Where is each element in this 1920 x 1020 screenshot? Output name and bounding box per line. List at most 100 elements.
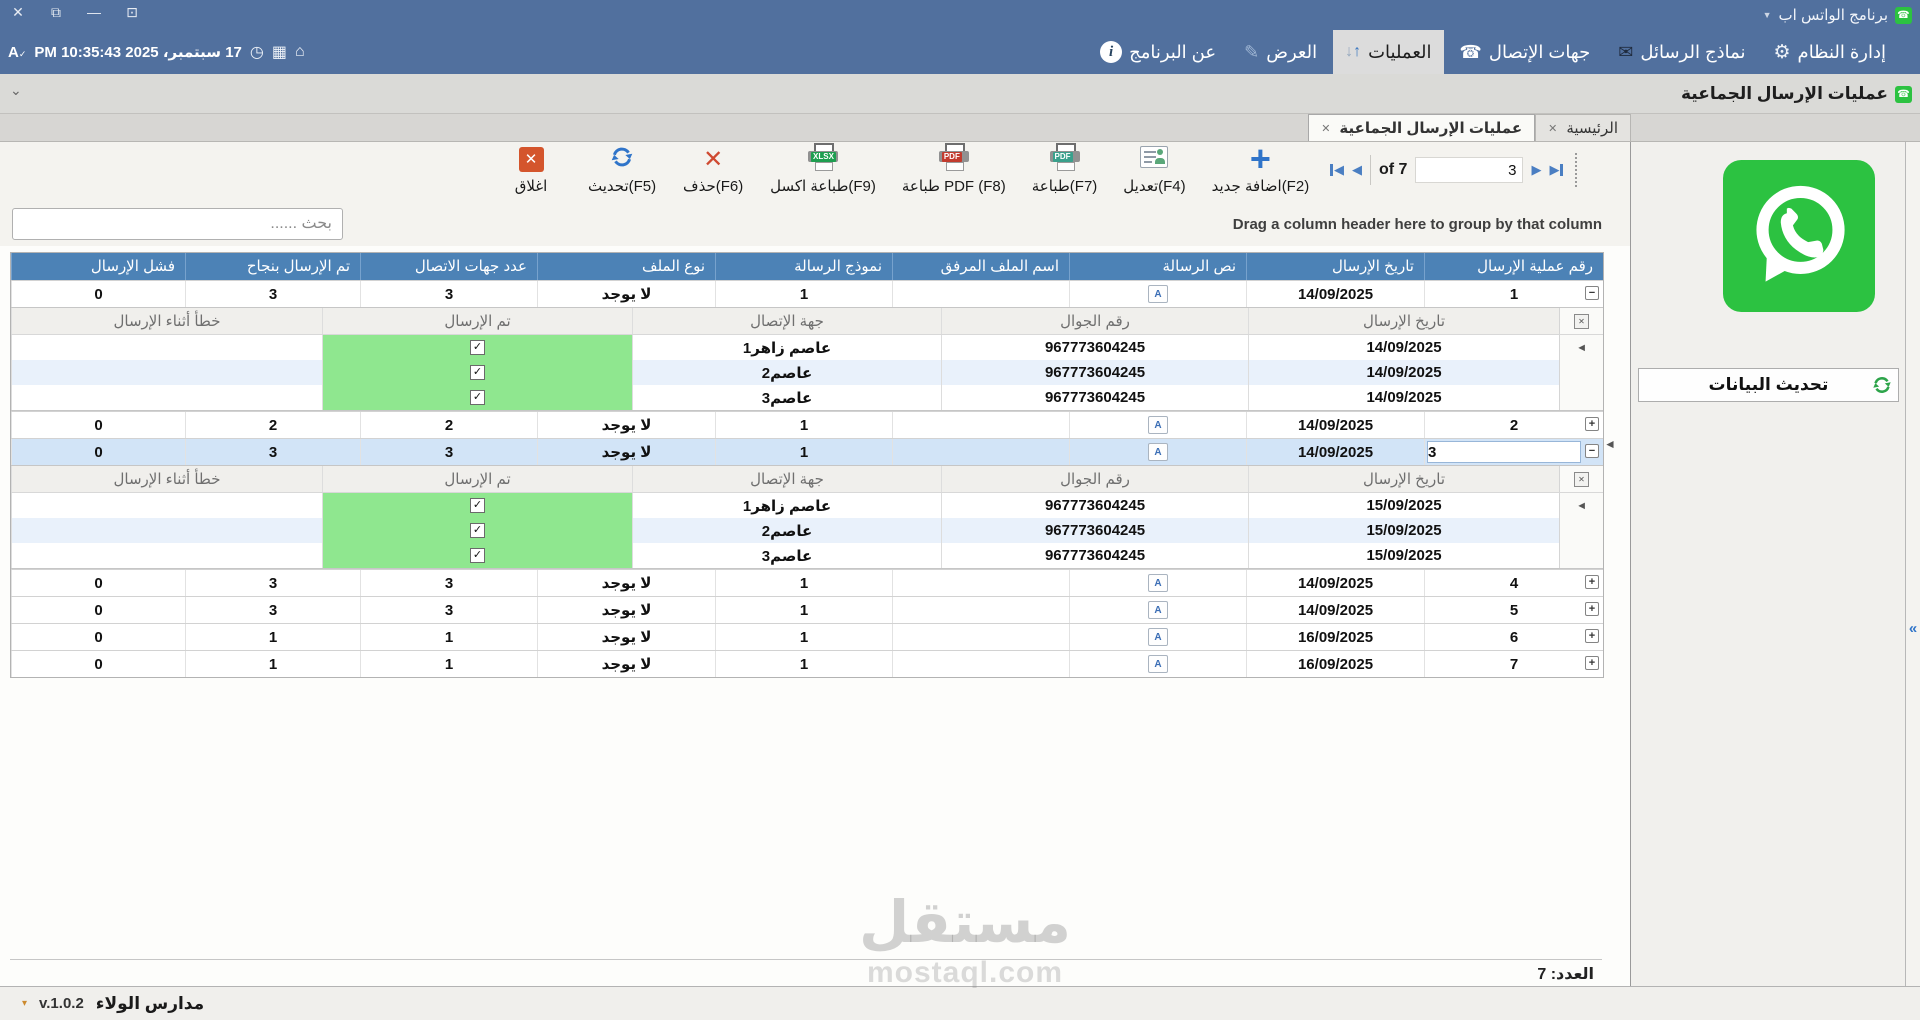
row-expand-button[interactable]: + [1585, 629, 1599, 643]
menu-item-عن البرنامج[interactable]: عن البرنامج i [1088, 30, 1228, 74]
close-icon[interactable]: ✕ [6, 4, 30, 21]
menu-item-العمليات[interactable]: العمليات ↑ ↓ [1333, 30, 1444, 74]
checkbox-checked-icon[interactable]: ✓ [470, 523, 485, 538]
message-text-cell[interactable]: A [1069, 597, 1246, 623]
detail-column-header[interactable]: تم الإرسال [322, 308, 632, 334]
send-operation-id-cell[interactable]: 2 + [1424, 412, 1603, 438]
toolbar-button-طباعة PDF (F8)[interactable]: PDF طباعة PDF (F8) [902, 142, 1006, 195]
checkbox-checked-icon[interactable]: ✓ [470, 548, 485, 563]
table-row[interactable]: 7 +16/09/2025 A 1 لا يوجد 1 1 0 [11, 650, 1603, 677]
toolbar-button-اضافة جديد(F2)[interactable]: + اضافة جديد(F2) [1212, 141, 1310, 196]
message-text-cell[interactable]: A [1069, 624, 1246, 650]
message-text-cell[interactable]: A [1069, 439, 1246, 465]
column-header[interactable]: نص الرسالة [1069, 253, 1246, 280]
send-operation-id-cell[interactable]: 3− [1424, 439, 1603, 465]
send-operation-id-cell[interactable]: 1− [1424, 281, 1603, 307]
message-text-cell[interactable]: A [1069, 412, 1246, 438]
send-operation-id-cell[interactable]: 5 + [1424, 597, 1603, 623]
column-header[interactable]: تم الإرسال بنجاح [185, 253, 360, 280]
row-expand-button[interactable]: + [1585, 575, 1599, 589]
row-expand-button[interactable]: − [1585, 286, 1599, 300]
detail-column-header[interactable]: جهة الإتصال [632, 308, 941, 334]
chevron-down-icon[interactable]: ▾ [22, 998, 27, 1009]
detail-column-header[interactable]: جهة الإتصال [632, 466, 941, 492]
menu-item-جهات الإتصال[interactable]: جهات الإتصال ☎ [1448, 30, 1603, 74]
column-header[interactable]: عدد جهات الاتصال [360, 253, 537, 280]
table-row[interactable]: 6 +16/09/2025 A 1 لا يوجد 1 1 0 [11, 623, 1603, 650]
toolbar-button-تعديل(F4)[interactable]: تعديل(F4) [1123, 144, 1186, 195]
chevron-down-icon[interactable]: ⌄ [10, 82, 22, 99]
message-text-cell[interactable]: A [1069, 570, 1246, 596]
message-text-cell[interactable]: A [1069, 651, 1246, 677]
detail-column-header[interactable]: خطأ أثناء الإرسال [11, 308, 322, 334]
checkbox-checked-icon[interactable]: ✓ [470, 390, 485, 405]
send-operation-id-cell[interactable]: 7 + [1424, 651, 1603, 677]
send-operation-id-cell[interactable]: 4 + [1424, 570, 1603, 596]
record-position-input[interactable] [1415, 157, 1524, 183]
detail-row[interactable]: 15/09/2025 967773604245 عاصم2 ✓ [11, 518, 1603, 543]
column-header[interactable]: فشل الإرسال [11, 253, 185, 280]
previous-record-button[interactable]: ◀ [1352, 162, 1362, 178]
calculator-icon[interactable]: ▦ [272, 42, 287, 62]
message-text-cell[interactable]: A [1069, 281, 1246, 307]
checkbox-checked-icon[interactable]: ✓ [470, 365, 485, 380]
detail-column-header[interactable]: تم الإرسال [322, 466, 632, 492]
detail-row[interactable]: 15/09/2025 967773604245 عاصم3 ✓ [11, 543, 1603, 568]
chevron-down-icon[interactable]: ▼ [1763, 10, 1772, 20]
language-icon[interactable]: A✓ [8, 44, 26, 61]
row-id-editor[interactable]: 3 [1427, 441, 1581, 463]
menu-item-إدارة النظام[interactable]: إدارة النظام ⚙ [1762, 30, 1899, 74]
search-input[interactable] [12, 208, 343, 240]
column-header[interactable]: رقم عملية الإرسال [1424, 253, 1603, 280]
checkbox-checked-icon[interactable]: ✓ [470, 340, 485, 355]
table-row[interactable]: 2 +14/09/2025 A 1 لا يوجد 2 2 0 [11, 411, 1603, 438]
collapsed-panel-strip[interactable] [1905, 142, 1920, 986]
detail-row[interactable]: ◄ 15/09/2025 967773604245 عاصم زاهر1 ✓ [11, 493, 1603, 518]
detail-close-icon[interactable]: ✕ [1574, 471, 1589, 487]
toolbar-button-طباعة(F7)[interactable]: PDF طباعة(F7) [1032, 142, 1097, 195]
column-header[interactable]: نوع الملف [537, 253, 715, 280]
toolbar-button-طباعة اكسل(F9)[interactable]: XLSX طباعة اكسل(F9) [770, 142, 876, 195]
detail-close-icon[interactable]: ✕ [1574, 313, 1589, 329]
toolbar-button-تحديث(F5)[interactable]: تحديث(F5) [588, 144, 656, 195]
table-row[interactable]: 3−14/09/2025 A 1 لا يوجد 3 3 0 [11, 438, 1603, 465]
tab-الرئيسية[interactable]: الرئيسية ✕ [1535, 114, 1631, 141]
detail-column-header[interactable]: رقم الجوال [941, 308, 1248, 334]
table-row[interactable]: 1−14/09/2025 A 1 لا يوجد 3 3 0 [11, 280, 1603, 307]
detail-row[interactable]: ◄ 14/09/2025 967773604245 عاصم زاهر1 ✓ [11, 335, 1603, 360]
send-operation-id-cell[interactable]: 6 + [1424, 624, 1603, 650]
restore-icon[interactable]: ⧉ [44, 4, 68, 21]
table-row[interactable]: 5 +14/09/2025 A 1 لا يوجد 3 3 0 [11, 596, 1603, 623]
last-record-button[interactable]: ▶ [1549, 162, 1564, 178]
detail-column-header[interactable]: تاريخ الإرسال [1248, 308, 1559, 334]
detail-row[interactable]: 14/09/2025 967773604245 عاصم3 ✓ [11, 385, 1603, 410]
tab-close-icon[interactable]: ✕ [1321, 122, 1330, 135]
tab-عمليات الإرسال الجماعية[interactable]: عمليات الإرسال الجماعية ✕ [1308, 114, 1536, 141]
first-record-button[interactable]: ◀ [1330, 162, 1344, 178]
refresh-data-button[interactable]: تحديث البيانات [1638, 368, 1899, 402]
home-icon[interactable]: ⌂ [295, 43, 305, 61]
detail-column-header[interactable]: خطأ أثناء الإرسال [11, 466, 322, 492]
row-expand-button[interactable]: + [1585, 417, 1599, 431]
toolbar-button-اغلاق[interactable]: ✕ اغلاق [500, 144, 562, 195]
detail-row[interactable]: 14/09/2025 967773604245 عاصم2 ✓ [11, 360, 1603, 385]
table-row[interactable]: 4 +14/09/2025 A 1 لا يوجد 3 3 0 [11, 569, 1603, 596]
column-header[interactable]: تاريخ الإرسال [1246, 253, 1424, 280]
detail-column-header[interactable]: رقم الجوال [941, 466, 1248, 492]
minimize-icon[interactable]: — [82, 4, 106, 20]
tab-close-icon[interactable]: ✕ [1548, 122, 1557, 135]
menu-item-نماذج الرسائل[interactable]: نماذج الرسائل ✉ [1606, 30, 1757, 74]
checkbox-checked-icon[interactable]: ✓ [470, 498, 485, 513]
menu-item-العرض[interactable]: العرض ✎ [1232, 30, 1329, 74]
row-expand-button[interactable]: − [1585, 444, 1599, 458]
row-expand-button[interactable]: + [1585, 602, 1599, 616]
column-header[interactable]: نموذج الرسالة [715, 253, 892, 280]
toolbar-button-حذف(F6)[interactable]: ✕ حذف(F6) [682, 144, 744, 196]
row-expand-button[interactable]: + [1585, 656, 1599, 670]
toolbar-grip[interactable] [1575, 153, 1581, 187]
expand-panel-icon[interactable]: « [1906, 620, 1920, 637]
next-record-button[interactable]: ▶ [1531, 162, 1541, 178]
column-header[interactable]: اسم الملف المرفق [892, 253, 1069, 280]
detail-column-header[interactable]: تاريخ الإرسال [1248, 466, 1559, 492]
pin-window-icon[interactable]: ⊡ [120, 4, 144, 21]
